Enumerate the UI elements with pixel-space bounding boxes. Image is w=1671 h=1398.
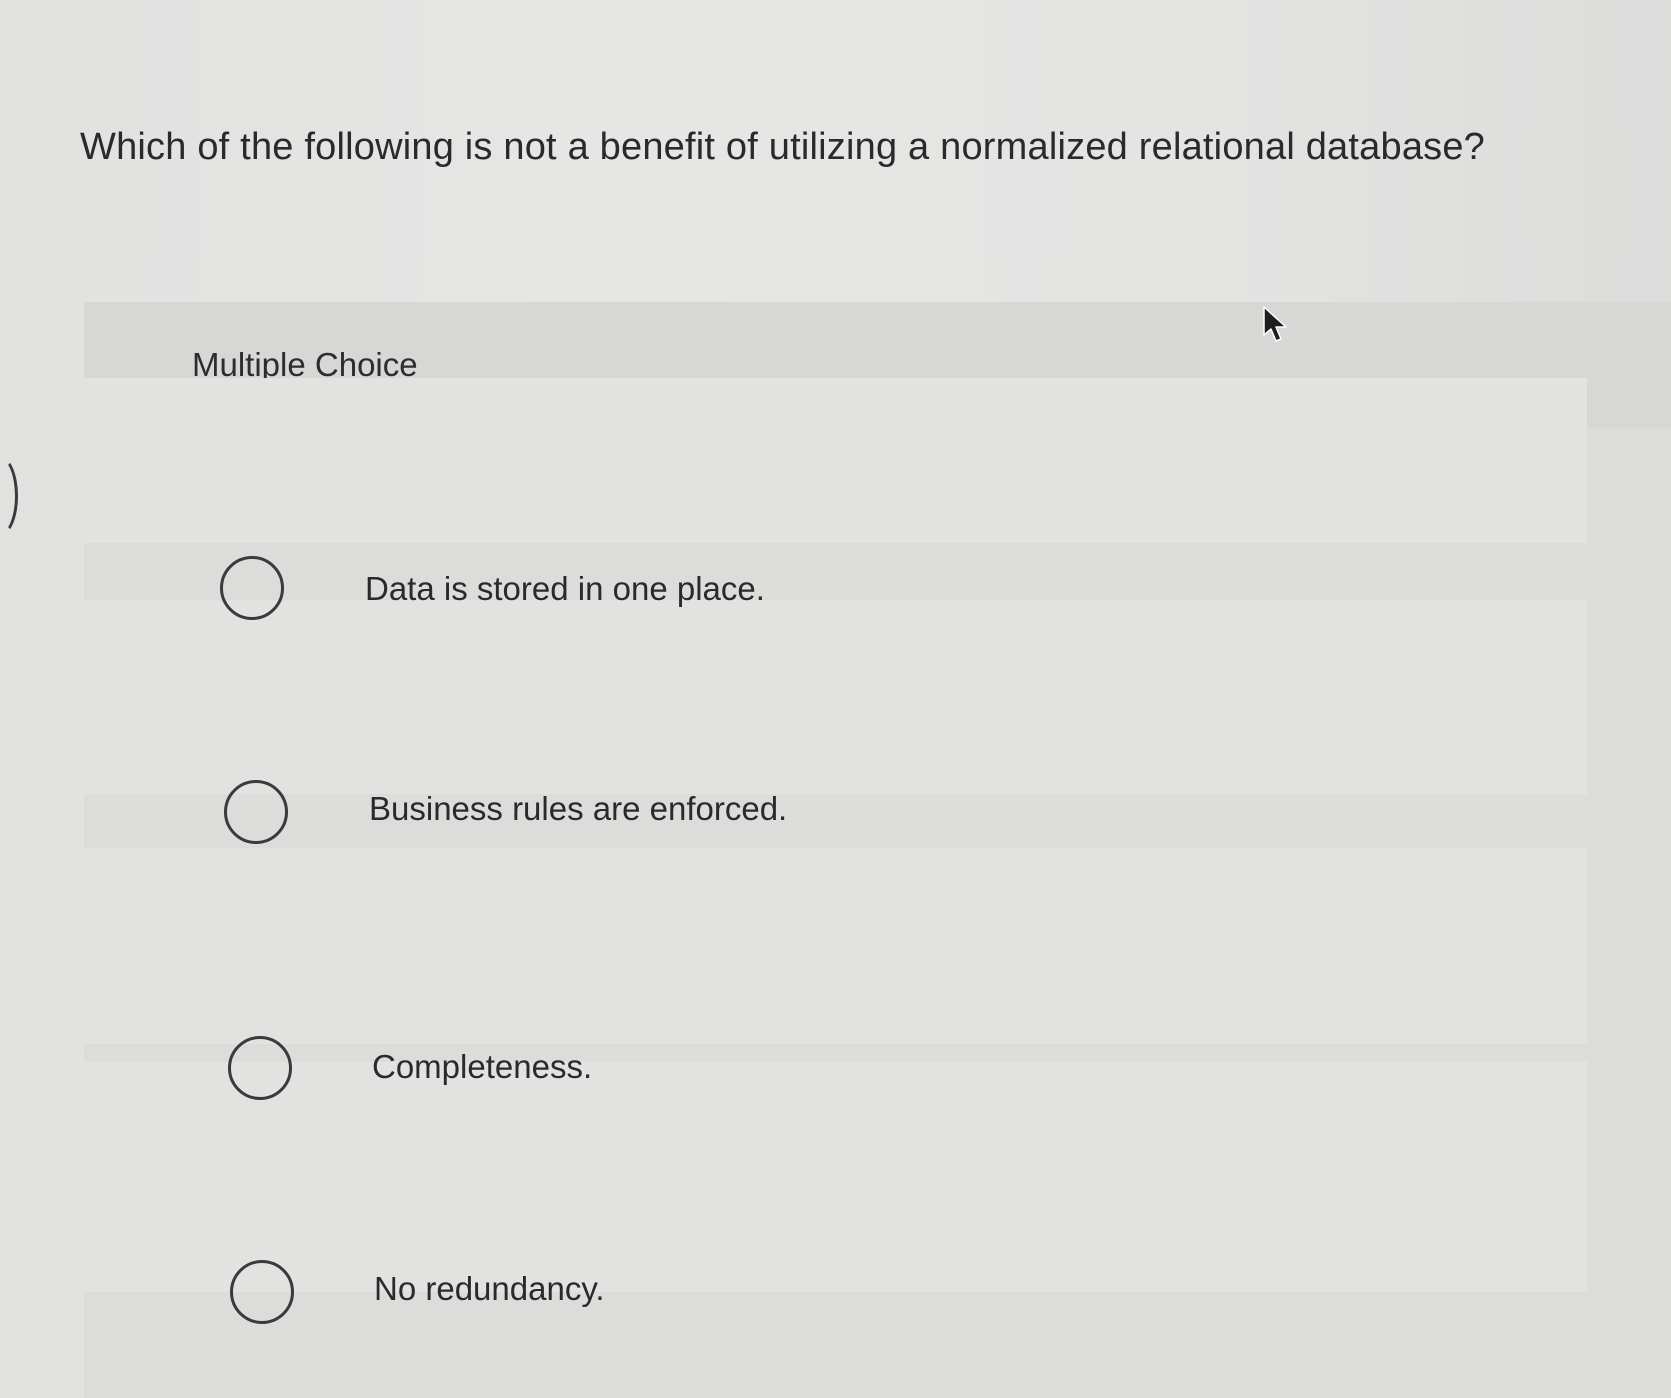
radio-option-1[interactable] — [220, 556, 284, 620]
option-row-1[interactable] — [76, 378, 1587, 543]
mouse-pointer-icon — [1263, 306, 1287, 342]
option-1-label[interactable]: Data is stored in one place. — [365, 570, 765, 608]
option-row-3[interactable] — [76, 848, 1587, 1044]
radio-option-4[interactable] — [230, 1260, 294, 1324]
radio-option-2[interactable] — [224, 780, 288, 844]
page: Which of the following is not a benefit … — [0, 0, 1671, 1398]
option-row-2[interactable] — [76, 600, 1587, 794]
option-2-label[interactable]: Business rules are enforced. — [369, 790, 787, 828]
option-4-label[interactable]: No redundancy. — [374, 1270, 605, 1308]
question-text: Which of the following is not a benefit … — [80, 126, 1486, 168]
option-3-label[interactable]: Completeness. — [372, 1048, 592, 1086]
option-row-4[interactable] — [76, 1062, 1587, 1292]
left-edge-fragment — [0, 455, 18, 537]
radio-option-3[interactable] — [228, 1036, 292, 1100]
